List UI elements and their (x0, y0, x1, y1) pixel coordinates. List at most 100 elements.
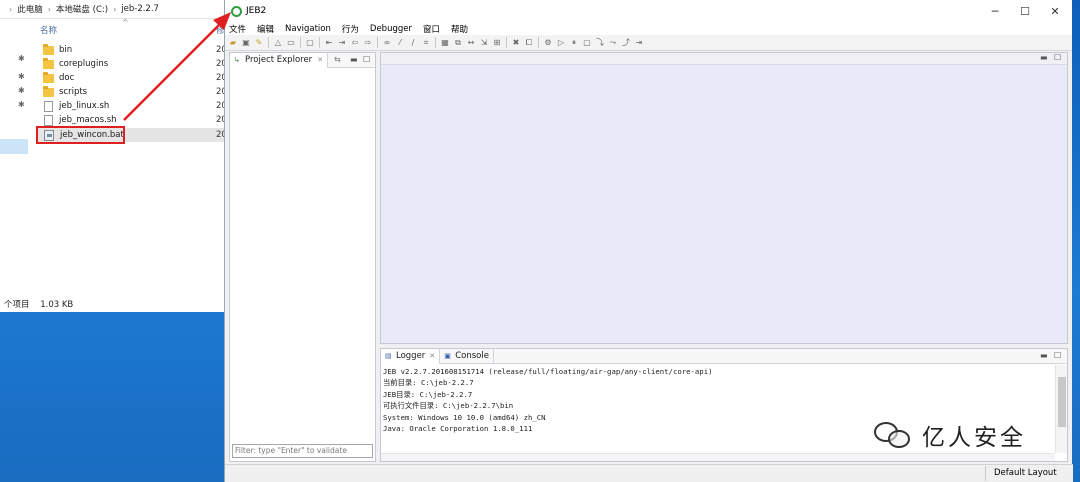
properties-icon[interactable]: ✎ (254, 38, 264, 48)
project-filter-input[interactable]: Filter: type "Enter" to validate (232, 444, 373, 458)
debug-stop-icon[interactable]: ▢ (582, 38, 592, 48)
menu-navigation[interactable]: Navigation (285, 24, 331, 34)
link-editor-icon[interactable]: ⇆ (334, 55, 341, 64)
link-icon[interactable]: ∞ (382, 38, 392, 48)
step-over-icon[interactable]: ⤳ (608, 38, 618, 48)
close-tab-icon[interactable]: ✕ (317, 56, 323, 64)
debug-pause-icon[interactable]: ⏸ (569, 38, 579, 48)
toolbar-separator (300, 37, 301, 48)
maximize-view-icon[interactable]: ☐ (1054, 351, 1061, 360)
copy-icon[interactable]: ⧠ (524, 38, 534, 48)
breadcrumb-this-pc[interactable]: 此电脑 (17, 3, 43, 15)
column-header-name[interactable]: ^ 名称 (40, 18, 129, 36)
folder-icon (43, 57, 54, 69)
file-row-bin[interactable]: bin 20 (36, 43, 227, 57)
close-button[interactable]: ✕ (1041, 2, 1069, 20)
comment-icon[interactable]: ∕ (408, 38, 418, 48)
tag-icon[interactable]: ▢ (305, 38, 315, 48)
file-icon (44, 100, 53, 112)
pin-icon[interactable]: ✱ (18, 86, 25, 95)
step-out-icon[interactable]: ⤴ (621, 38, 631, 48)
menu-bar: 文件 编辑 Navigation 行为 Debugger 窗口 帮助 (225, 22, 1072, 35)
status-item-count: 个项目 (4, 300, 30, 310)
debug-play-icon[interactable]: ▷ (556, 38, 566, 48)
log-line: JEB目录: C:\jeb-2.2.7 (383, 389, 473, 399)
minimize-button[interactable]: ─ (981, 2, 1009, 20)
step-into-icon[interactable]: ⤵ (595, 38, 605, 48)
decompile-icon[interactable]: ⇲ (479, 38, 489, 48)
menu-edit[interactable]: 编辑 (257, 23, 274, 35)
menu-debugger[interactable]: Debugger (370, 24, 412, 34)
breadcrumb-folder[interactable]: jeb-2.2.7 (121, 4, 159, 14)
maximize-button[interactable]: ☐ (1011, 2, 1039, 20)
file-name: doc (59, 73, 75, 83)
sidebar-selected-item[interactable] (0, 139, 28, 154)
tab-label: Logger (396, 351, 426, 361)
import-icon[interactable]: ⇤ (324, 38, 334, 48)
split-icon[interactable]: ↔ (466, 38, 476, 48)
minimize-view-icon[interactable]: ▬ (350, 55, 358, 64)
watermark: 亿人安全 (872, 418, 1026, 452)
log-horizontal-scrollbar[interactable] (381, 453, 1055, 461)
toolbar-separator (268, 37, 269, 48)
close-tab-icon[interactable]: ✕ (429, 352, 435, 360)
file-row-doc[interactable]: doc 20 (36, 71, 227, 85)
code-icon[interactable]: ⌗ (421, 38, 431, 48)
rename-icon[interactable]: ⁄ (395, 38, 405, 48)
maximize-view-icon[interactable]: ☐ (363, 55, 370, 64)
tab-label: Console (455, 351, 489, 361)
column-label: 名称 (40, 26, 58, 36)
toolbar-separator (506, 37, 507, 48)
chevron-right-icon: › (113, 4, 117, 14)
tab-console[interactable]: ▣ Console (440, 348, 494, 364)
toolbar-separator (319, 37, 320, 48)
forward-icon[interactable]: ⇨ (363, 38, 373, 48)
project-tree[interactable] (230, 69, 375, 439)
warning-icon[interactable]: △ (273, 38, 283, 48)
pin-icon[interactable]: ✱ (18, 72, 25, 81)
pin-icon[interactable]: ✱ (18, 54, 25, 63)
maximize-view-icon[interactable]: ☐ (1054, 53, 1061, 62)
file-icon (44, 114, 53, 126)
file-row-jeb-macos[interactable]: jeb_macos.sh 20 (36, 113, 227, 127)
minimize-view-icon[interactable]: ▬ (1040, 53, 1048, 62)
minimize-view-icon[interactable]: ▬ (1040, 351, 1048, 360)
folder-icon (43, 71, 54, 83)
layout-indicator[interactable]: Default Layout (985, 466, 1063, 481)
grid-icon[interactable]: ▦ (440, 38, 450, 48)
breadcrumb-local-disk[interactable]: 本地磁盘 (C:) (56, 3, 108, 15)
save-icon[interactable]: ▣ (241, 38, 251, 48)
folder-icon (43, 43, 54, 55)
menu-file[interactable]: 文件 (229, 23, 246, 35)
log-vertical-scrollbar[interactable] (1055, 365, 1067, 453)
explorer-status-bar: 个项目 1.03 KB (4, 298, 81, 310)
address-bar[interactable]: › 此电脑 › 本地磁盘 (C:) › jeb-2.2.7 (0, 0, 226, 19)
delete-icon[interactable]: ✖ (511, 38, 521, 48)
file-row-coreplugins[interactable]: coreplugins 20 (36, 57, 227, 71)
debug-run-icon[interactable]: ⚙ (543, 38, 553, 48)
tab-project-explorer[interactable]: ↳ Project Explorer ✕ (230, 52, 329, 68)
window-title: JEB2 (246, 6, 267, 16)
scroll-thumb[interactable] (1058, 377, 1066, 427)
open-icon[interactable]: ▰ (228, 38, 238, 48)
toolbar: ▰ ▣ ✎ △ ▭ ▢ ⇤ ⇥ ⇦ ⇨ ∞ ⁄ ∕ ⌗ ▦ ⧉ ↔ ⇲ ⊞ ✖ … (225, 35, 1072, 51)
tab-logger[interactable]: ▤ Logger ✕ (381, 348, 441, 364)
back-icon[interactable]: ⇦ (350, 38, 360, 48)
run-to-icon[interactable]: ⇥ (634, 38, 644, 48)
export-icon[interactable]: ⇥ (337, 38, 347, 48)
editor-area[interactable]: ▬ ☐ (380, 52, 1068, 344)
file-row-scripts[interactable]: scripts 20 (36, 85, 227, 99)
menu-action[interactable]: 行为 (342, 23, 359, 35)
menu-help[interactable]: 帮助 (451, 23, 468, 35)
graph-icon[interactable]: ⊞ (492, 38, 502, 48)
project-explorer-panel: ↳ Project Explorer ✕ ⇆ ▬ ☐ Filter: type … (229, 52, 376, 462)
menu-window[interactable]: 窗口 (423, 23, 440, 35)
xref-icon[interactable]: ⧉ (453, 38, 463, 48)
status-size: 1.03 KB (40, 300, 74, 310)
logger-icon: ▤ (385, 352, 392, 360)
pin-icon[interactable]: ✱ (18, 100, 25, 109)
document-icon[interactable]: ▭ (286, 38, 296, 48)
quick-access-sidebar: ✱ ✱ ✱ ✱ (0, 20, 30, 290)
file-row-jeb-linux[interactable]: jeb_linux.sh 20 (36, 99, 227, 113)
title-bar[interactable]: JEB2 ─ ☐ ✕ (225, 0, 1072, 22)
